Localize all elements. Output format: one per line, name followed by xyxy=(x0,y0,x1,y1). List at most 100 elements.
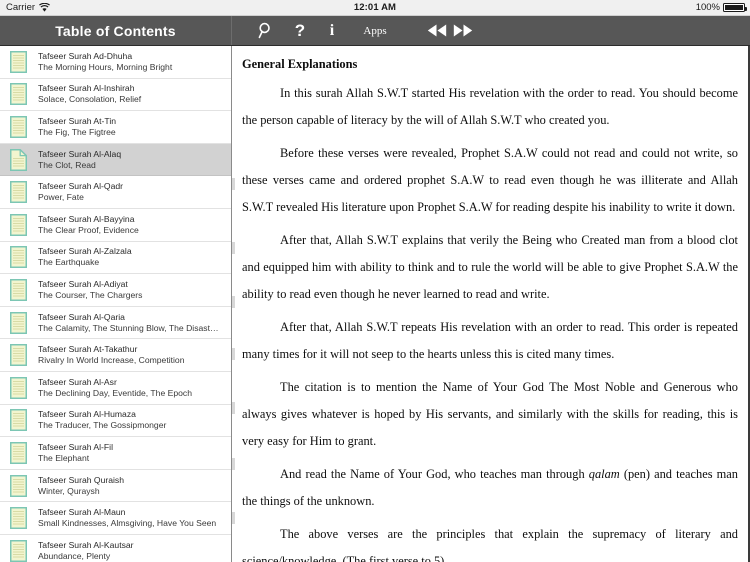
status-bar-time: 12:01 AM xyxy=(353,2,397,13)
table-of-contents-row-subtitle: The Clot, Read xyxy=(38,159,96,170)
document-icon xyxy=(10,376,27,399)
battery-icon xyxy=(723,3,747,12)
table-of-contents-row-subtitle: Small Kindnesses, Almsgiving, Have You S… xyxy=(38,518,217,529)
document-margin-ticks xyxy=(232,46,235,562)
search-icon xyxy=(258,22,274,39)
table-of-contents-row-title: Tafseer Surah Al-Fil xyxy=(38,441,113,452)
document-icon xyxy=(10,83,27,106)
table-of-contents-row-text: Tafseer Surah Al-Inshirah Solace, Consola… xyxy=(38,83,225,105)
document-paragraph: After that, Allah S.W.T repeats His reve… xyxy=(242,320,738,361)
document-icon xyxy=(10,539,27,562)
table-of-contents-row-subtitle: The Calamity, The Stunning Blow, The Dis… xyxy=(38,322,219,333)
document-icon xyxy=(10,246,27,269)
table-of-contents-row-text: Tafseer Surah Al-Adiyat The Courser, The … xyxy=(38,279,225,301)
toolbar: Table of Contents ? i Apps xyxy=(0,16,750,46)
table-of-contents-row-text: Tafseer Surah Al-Qadr Power, Fate xyxy=(38,181,225,203)
table-of-contents-row-title: Tafseer Surah Al-Bayyina xyxy=(38,213,135,224)
table-of-contents-row[interactable]: Tafseer Surah Al-Zalzala The Earthquake xyxy=(0,241,231,275)
table-of-contents-row-title: Tafseer Surah At-Takathur xyxy=(38,344,138,355)
status-bar-right: 100% xyxy=(696,2,750,13)
document-icon xyxy=(10,311,27,334)
table-of-contents-row[interactable]: Tafseer Surah Al-Humaza The Traducer, The… xyxy=(0,404,231,438)
document-icon xyxy=(10,344,27,367)
table-of-contents-row-subtitle: Rivalry In World Increase, Competition xyxy=(38,355,185,366)
table-of-contents-row[interactable]: Tafseer Surah At-Tin The Fig, The Figtree xyxy=(0,111,231,144)
battery-percent-label: 100% xyxy=(695,2,720,13)
table-of-contents-row-text: Tafseer Surah Al-Qaria The Calamity, The … xyxy=(38,312,225,334)
table-of-contents-row-title: Tafseer Surah Al-Qaria xyxy=(38,311,125,322)
table-of-contents-row[interactable]: Tafseer Surah Al-Maun Small Kindnesses, A… xyxy=(0,502,231,535)
content-area: Tafseer Surah Ad-Dhuha The Morning Hours,… xyxy=(0,46,750,562)
table-of-contents-row-text: Tafseer Surah Al-Asr The Declining Day, E… xyxy=(38,377,225,399)
document-paragraph: Before these verses were revealed, Proph… xyxy=(242,146,738,214)
table-of-contents-row-title: Tafseer Surah Al-Alaq xyxy=(38,148,122,159)
table-of-contents-row[interactable]: Tafseer Surah Al-Kautsar Abundance, Plent… xyxy=(0,534,231,562)
document-pane[interactable]: General Explanations In this surah Allah… xyxy=(232,46,750,562)
table-of-contents-row[interactable]: Tafseer Surah Al-Adiyat The Courser, The … xyxy=(0,274,231,307)
table-of-contents-row-text: Tafseer Surah Al-Kautsar Abundance, Plent… xyxy=(38,540,225,562)
document-paragraph: After that, Allah S.W.T explains that ve… xyxy=(242,233,738,301)
table-of-contents-row[interactable]: Tafseer Surah Al-Qaria The Calamity, The … xyxy=(0,306,231,340)
qalam-pre-text: And read the Name of Your God, who teach… xyxy=(280,467,589,481)
table-of-contents-row[interactable]: Tafseer Surah Al-Fil The Elephant xyxy=(0,437,231,470)
table-of-contents-row[interactable]: Tafseer Surah Ad-Dhuha The Morning Hours,… xyxy=(0,46,231,79)
document-icon xyxy=(10,474,27,497)
page-title: Table of Contents xyxy=(55,22,176,39)
table-of-contents-row-title: Tafseer Surah Al-Humaza xyxy=(38,409,136,420)
table-of-contents-row-subtitle: Power, Fate xyxy=(38,192,84,203)
document-icon xyxy=(10,50,27,73)
toolbar-left-section: Table of Contents xyxy=(0,16,232,45)
apps-button[interactable]: Apps xyxy=(348,16,402,46)
toolbar-right-section: ? i Apps xyxy=(232,16,750,45)
document-icon xyxy=(10,507,27,530)
document-open-icon xyxy=(10,148,27,171)
info-button[interactable]: i xyxy=(316,16,348,46)
qalam-italic-term: qalam xyxy=(588,467,620,481)
document-icon xyxy=(10,213,27,236)
table-of-contents-row-subtitle: The Clear Proof, Evidence xyxy=(38,224,139,235)
info-icon: i xyxy=(329,21,335,39)
table-of-contents-row[interactable]: Tafseer Surah Al-Inshirah Solace, Consola… xyxy=(0,78,231,112)
table-of-contents-row[interactable]: Tafseer Surah Al-Qadr Power, Fate xyxy=(0,176,231,209)
table-of-contents-row-subtitle: Winter, Quraysh xyxy=(38,485,100,496)
status-bar: Carrier 12:01 AM 100% xyxy=(0,0,750,16)
table-of-contents-row[interactable]: Tafseer Surah Al-Asr The Declining Day, E… xyxy=(0,371,231,405)
table-of-contents-row-selected[interactable]: Tafseer Surah Al-Alaq The Clot, Read xyxy=(0,143,231,177)
document-paragraph-qalam: And read the Name of Your God, who teach… xyxy=(242,461,738,515)
table-of-contents-row[interactable]: Tafseer Surah Al-Bayyina The Clear Proof,… xyxy=(0,208,231,242)
table-of-contents-row-title: Tafseer Surah Quraish xyxy=(38,474,124,485)
document-paragraph: The citation is to mention the Name of Y… xyxy=(242,380,738,448)
table-of-contents-row-title: Tafseer Surah Al-Qadr xyxy=(38,181,124,192)
previous-button[interactable] xyxy=(424,16,450,46)
table-of-contents-row-title: Tafseer Surah Al-Maun xyxy=(38,507,126,518)
table-of-contents-row-subtitle: The Traducer, The Gossipmonger xyxy=(38,420,167,431)
table-of-contents-row-text: Tafseer Surah At-Takathur Rivalry In Worl… xyxy=(38,344,225,366)
document-icon xyxy=(10,115,27,138)
table-of-contents-row-text: Tafseer Surah Quraish Winter, Quraysh xyxy=(38,475,225,497)
search-button[interactable] xyxy=(248,16,284,46)
rewind-icon xyxy=(427,24,447,37)
question-mark-icon: ? xyxy=(294,20,306,40)
document-paragraph: The above verses are the principles that… xyxy=(242,527,738,562)
document-heading: General Explanations xyxy=(242,57,358,71)
document-icon xyxy=(10,409,27,432)
next-button[interactable] xyxy=(450,16,476,46)
table-of-contents-row[interactable]: Tafseer Surah At-Takathur Rivalry In Worl… xyxy=(0,339,231,372)
table-of-contents-row-title: Tafseer Surah Al-Inshirah xyxy=(38,83,135,94)
app-root: Carrier 12:01 AM 100% Table of Contents xyxy=(0,0,750,562)
help-button[interactable]: ? xyxy=(284,16,316,46)
table-of-contents-list[interactable]: Tafseer Surah Ad-Dhuha The Morning Hours,… xyxy=(0,46,232,562)
table-of-contents-row[interactable]: Tafseer Surah Quraish Winter, Quraysh xyxy=(0,469,231,503)
table-of-contents-row-subtitle: Solace, Consolation, Relief xyxy=(38,94,142,105)
table-of-contents-row-subtitle: Abundance, Plenty xyxy=(38,550,111,561)
document-icon xyxy=(10,441,27,464)
fast-forward-icon xyxy=(453,24,473,37)
table-of-contents-row-subtitle: The Fig, The Figtree xyxy=(38,126,116,137)
document-icon xyxy=(10,181,27,204)
table-of-contents-row-text: Tafseer Surah Al-Maun Small Kindnesses, A… xyxy=(38,507,225,529)
document-body: General Explanations In this surah Allah… xyxy=(232,46,748,562)
table-of-contents-row-subtitle: The Elephant xyxy=(38,452,90,463)
table-of-contents-row-title: Tafseer Surah Al-Kautsar xyxy=(38,539,134,550)
table-of-contents-row-title: Tafseer Surah At-Tin xyxy=(38,115,117,126)
table-of-contents-row-text: Tafseer Surah Al-Alaq The Clot, Read xyxy=(38,149,225,171)
